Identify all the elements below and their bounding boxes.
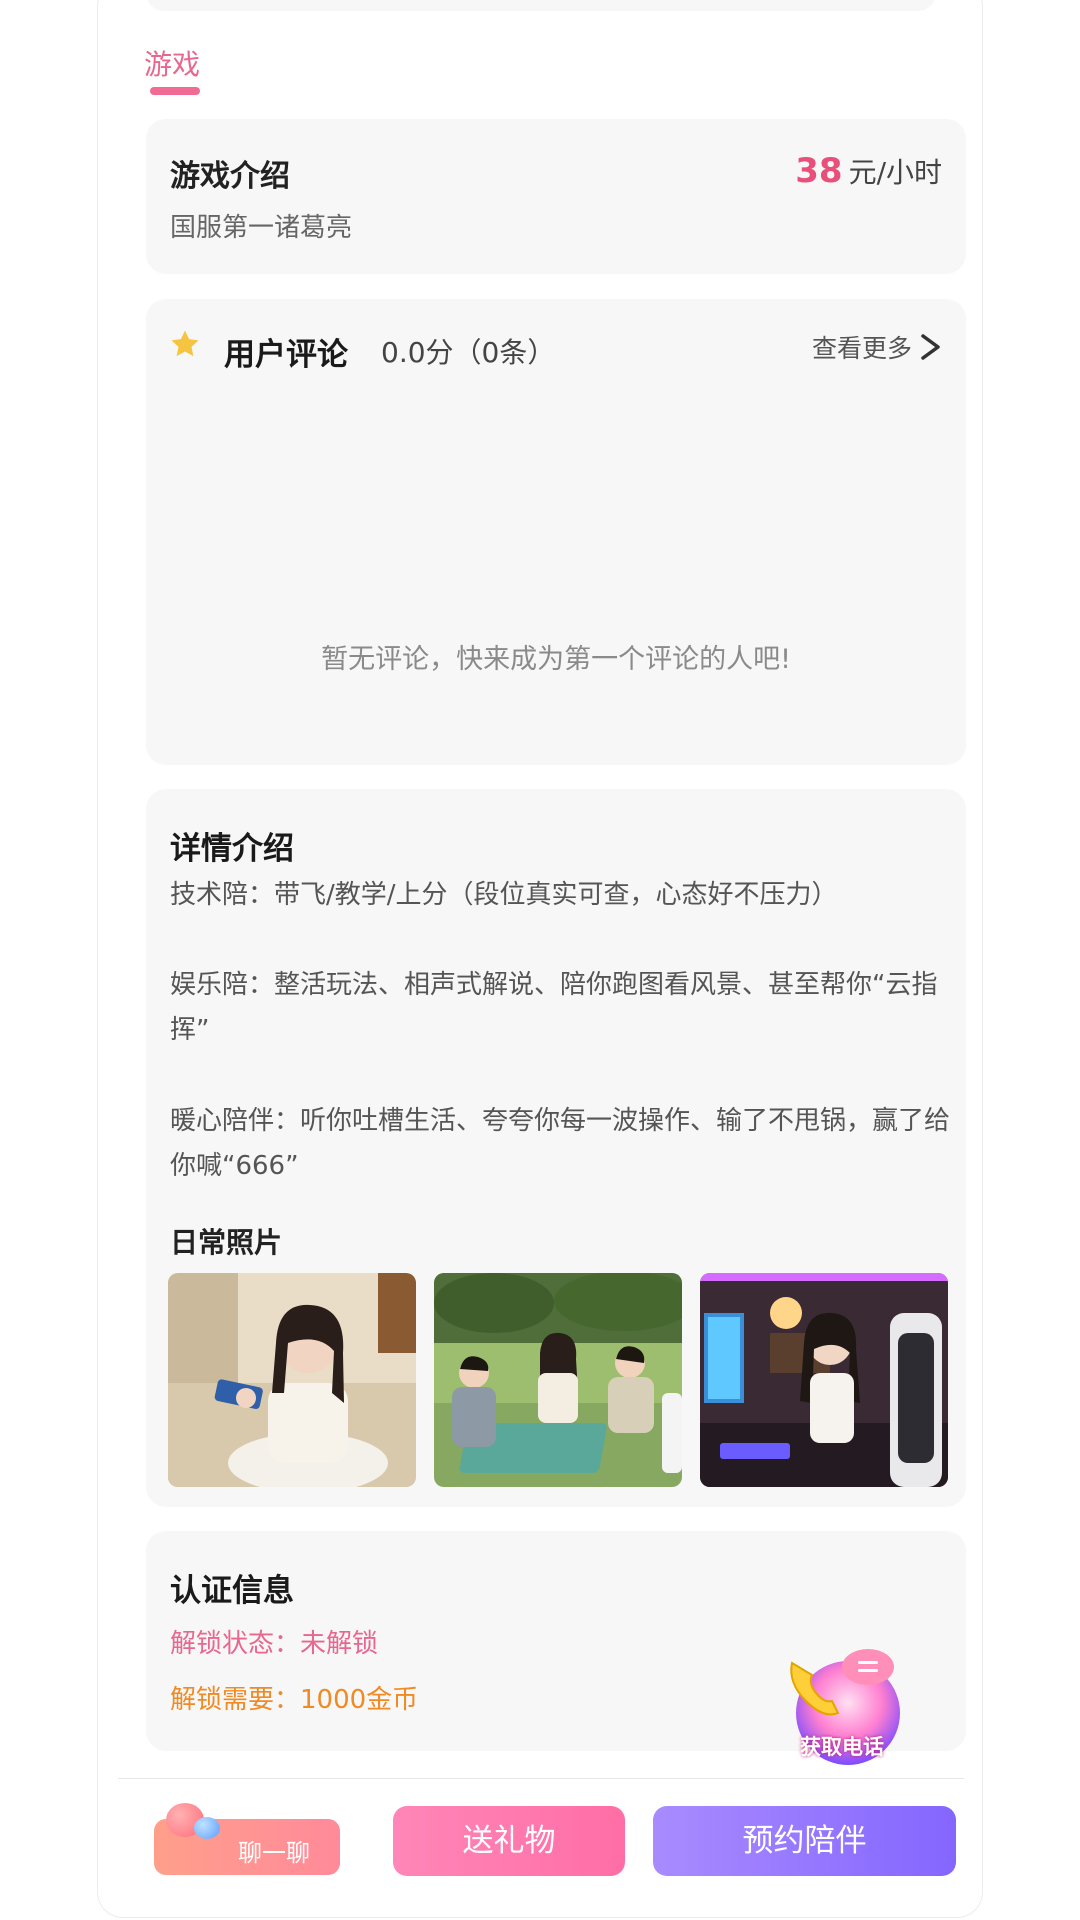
game-intro-subtitle: 国服第一诸葛亮: [170, 213, 353, 243]
view-more-label: 查看更多: [811, 334, 912, 363]
reviews-empty-text: 暂无评论，快来成为第一个评论的人吧!: [321, 644, 791, 675]
star-icon: [171, 330, 199, 357]
chat-button[interactable]: 聊一聊: [154, 1803, 340, 1875]
price: 38 元/小时: [795, 151, 942, 191]
chat-bubble-icon: [194, 1817, 220, 1839]
price-value: 38: [795, 151, 843, 191]
previous-card-edge: [146, 0, 936, 11]
page-frame: 游戏 游戏介绍 国服第一诸葛亮 38 元/小时 用户评论 0.0分（0条） 查看更…: [97, 0, 983, 1918]
game-intro-title: 游戏介绍: [170, 159, 290, 194]
unlock-requirement: 解锁需要：1000金币: [170, 1685, 419, 1715]
bottom-divider: [118, 1778, 964, 1779]
reviews-score: 0.0分（0条）: [381, 336, 556, 369]
details-title: 详情介绍: [170, 831, 294, 867]
send-gift-button[interactable]: 送礼物: [393, 1806, 625, 1876]
details-paragraph: 娱乐陪：整活玩法、相声式解说、陪你跑图看风景、甚至帮你“云指挥”: [170, 970, 938, 1045]
reviews-title: 用户评论: [224, 337, 348, 373]
unlock-status: 解锁状态：未解锁: [170, 1629, 379, 1659]
photo-thumbnail[interactable]: [434, 1273, 682, 1487]
price-unit: 元/小时: [848, 156, 942, 189]
chat-label: 聊一聊: [238, 1839, 310, 1867]
book-companion-button[interactable]: 预约陪伴: [653, 1806, 956, 1876]
photo-thumbnail[interactable]: [168, 1273, 416, 1487]
chevron-right-icon: [921, 334, 940, 360]
tab-active-indicator: [150, 87, 200, 95]
game-intro-card: 游戏介绍 国服第一诸葛亮 38 元/小时: [146, 119, 966, 274]
auth-title: 认证信息: [170, 1573, 294, 1609]
get-phone-label: 获取电话: [800, 1735, 884, 1759]
details-paragraph: 技术陪：带飞/教学/上分（段位真实可查，心态好不压力）: [170, 880, 838, 910]
photo-thumbnail[interactable]: [700, 1273, 948, 1487]
get-phone-button[interactable]: 获取电话: [780, 1643, 910, 1769]
details-paragraph: 暖心陪伴：听你吐槽生活、夸夸你每一波操作、输了不甩锅，赢了给你喊“666”: [170, 1106, 951, 1181]
reviews-card: 用户评论 0.0分（0条） 查看更多 暂无评论，快来成为第一个评论的人吧!: [146, 299, 966, 765]
details-card: 详情介绍 技术陪：带飞/教学/上分（段位真实可查，心态好不压力） 娱乐陪：整活玩…: [146, 789, 966, 1507]
photos-title: 日常照片: [170, 1226, 283, 1259]
view-more-link[interactable]: 查看更多: [812, 329, 942, 365]
tab-game[interactable]: 游戏: [144, 43, 200, 83]
